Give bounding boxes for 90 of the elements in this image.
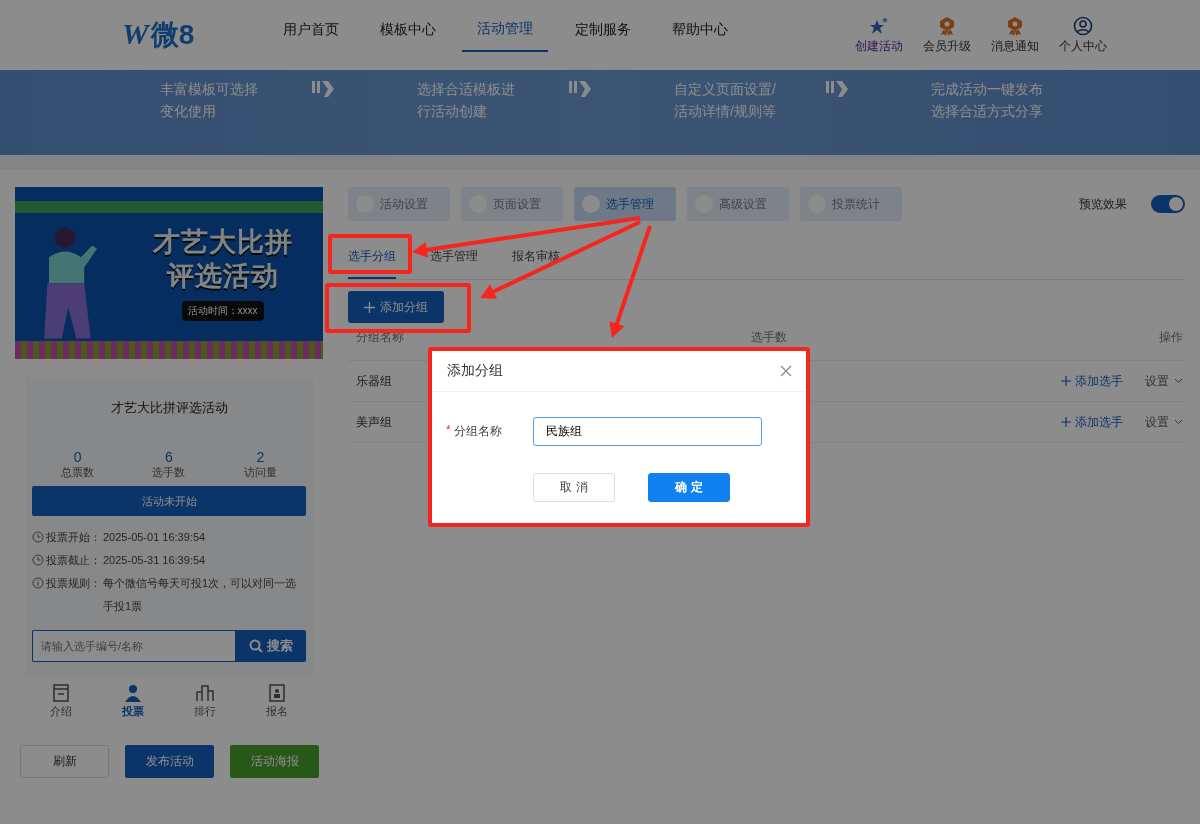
search-field[interactable]: 请输入选手编号/名称	[32, 630, 235, 662]
sub-tab[interactable]: 选手管理	[430, 243, 478, 277]
stat-label: 总票数	[61, 465, 95, 480]
nav-link[interactable]: 活动管理	[462, 0, 548, 52]
header-action-label[interactable]: 创建活动	[855, 37, 903, 55]
add-player-link[interactable]: 添加选手	[1061, 413, 1123, 431]
settings-tab[interactable]: 页面设置	[461, 187, 563, 221]
search-button[interactable]: 搜索	[235, 630, 306, 662]
step-text: 丰富模板可选择	[160, 80, 258, 99]
bottom-tab[interactable]: 介绍	[48, 682, 74, 721]
nav-link[interactable]: 帮助中心	[651, 0, 748, 52]
medal-icon[interactable]	[938, 15, 956, 36]
chevron-arrow-icon	[569, 78, 593, 100]
bottom-tab[interactable]: 排行	[192, 682, 218, 721]
stat-value: 0	[73, 449, 82, 465]
plus-icon	[1061, 417, 1071, 427]
group-name: 美声组	[356, 413, 392, 431]
step-text: 活动详情/规则等	[674, 102, 776, 121]
plus-icon	[364, 301, 375, 313]
settings-dropdown[interactable]: 设置	[1145, 413, 1183, 431]
status-bar: 活动未开始	[32, 486, 306, 516]
settings-tab[interactable]: 选手管理	[574, 187, 676, 221]
poster-time: 活动时间：xxxx	[181, 301, 264, 321]
column-header: 操作	[1159, 329, 1183, 346]
info-value: 2025-05-31 16:39:54	[103, 553, 207, 568]
clock-icon	[32, 554, 44, 566]
nav-link[interactable]: 用户首页	[262, 0, 359, 52]
nav-link[interactable]: 模板中心	[359, 0, 456, 52]
calendar-icon	[53, 684, 69, 702]
chevron-down-icon	[1174, 378, 1183, 384]
star-icon[interactable]	[868, 15, 890, 36]
info-label: 投票开始：	[46, 530, 101, 545]
cancel-button[interactable]: 取 消	[533, 473, 615, 502]
preview-label: 预览效果	[1079, 195, 1127, 213]
action-button[interactable]: 发布活动	[125, 745, 214, 778]
stat-value: 2	[256, 449, 265, 465]
plus-icon	[1061, 376, 1071, 386]
step-text: 选择合适方式分享	[931, 102, 1043, 121]
required-mark: *	[446, 423, 451, 439]
info-label: 投票截止：	[46, 553, 101, 568]
search-icon	[248, 639, 263, 653]
chevron-arrow-icon	[312, 78, 336, 100]
stat-value: 6	[165, 449, 173, 465]
add-player-link[interactable]: 添加选手	[1061, 372, 1123, 390]
person-icon	[124, 684, 142, 702]
bar-chart-icon	[196, 684, 214, 702]
group-name-field[interactable]: 民族组	[533, 417, 762, 446]
header-action-label[interactable]: 个人中心	[1059, 37, 1107, 55]
logo-text: 微8	[150, 18, 195, 52]
step-text: 自定义页面设置/	[674, 80, 776, 99]
field-label: 分组名称	[453, 423, 502, 440]
bottom-tab[interactable]: 投票	[120, 682, 146, 721]
info-value: 2025-05-01 16:39:54	[103, 530, 207, 545]
dialog-title: 添加分组	[447, 362, 503, 380]
user-icon[interactable]	[1073, 15, 1093, 36]
info-icon	[32, 577, 44, 589]
step-text: 选择合适模板进	[417, 80, 515, 99]
chevron-down-icon	[1174, 419, 1183, 425]
settings-tab[interactable]: 高级设置	[687, 187, 789, 221]
header-action-label[interactable]: 会员升级	[923, 37, 971, 55]
close-icon[interactable]	[780, 365, 792, 377]
action-button[interactable]: 刷新	[20, 745, 109, 778]
header-action-label[interactable]: 消息通知	[991, 37, 1039, 55]
id-card-icon	[269, 684, 285, 702]
chevron-arrow-icon	[826, 78, 850, 100]
tab-icon	[582, 195, 600, 213]
action-button[interactable]: 活动海报	[230, 745, 319, 778]
settings-dropdown[interactable]: 设置	[1145, 372, 1183, 390]
clock-icon	[32, 531, 44, 543]
confirm-button[interactable]: 确 定	[648, 473, 730, 502]
settings-tab[interactable]: 投票统计	[800, 187, 902, 221]
preview-toggle[interactable]	[1151, 195, 1185, 213]
activity-title: 才艺大比拼评选活动	[109, 399, 229, 417]
poster-title: 才艺大比拼	[152, 226, 293, 259]
poster-title: 评选活动	[166, 260, 279, 293]
step-text: 变化使用	[160, 102, 216, 121]
add-group-button[interactable]: 添加分组	[348, 291, 444, 323]
stat-label: 访问量	[243, 465, 277, 480]
step-text: 行活动创建	[417, 102, 487, 121]
sub-tab[interactable]: 选手分组	[348, 243, 396, 279]
nav-link[interactable]: 定制服务	[554, 0, 651, 52]
medal-icon[interactable]	[1006, 15, 1024, 36]
step-text: 完成活动一键发布	[931, 80, 1043, 99]
group-name: 乐器组	[356, 372, 392, 390]
column-header: 选手数	[751, 329, 788, 346]
stat-label: 选手数	[152, 465, 186, 480]
bottom-tab[interactable]: 报名	[264, 682, 290, 721]
info-value: 每个微信号每天可投1次，可以对同一选手投1票	[103, 576, 298, 614]
settings-tab[interactable]: 活动设置	[348, 187, 450, 221]
info-label: 投票规则：	[46, 576, 101, 591]
